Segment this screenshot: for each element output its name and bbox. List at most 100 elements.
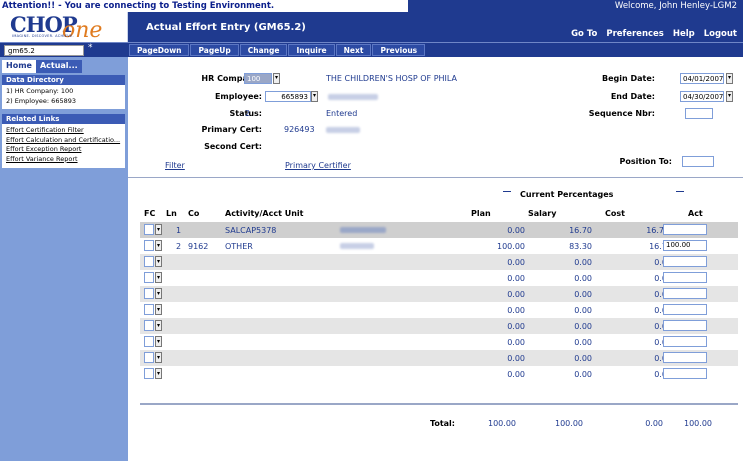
related-link-variance-report[interactable]: Effort Variance Report [6,155,121,165]
salary-value: 0.00 [574,370,592,379]
act-percent-input[interactable] [663,224,707,235]
hr-company-name: THE CHILDREN'S HOSP OF PHILA [326,74,458,83]
fc-field[interactable] [144,224,154,235]
pageup-button[interactable]: PageUp [190,44,239,56]
fc-field[interactable] [144,336,154,347]
fc-field[interactable] [144,352,154,363]
activity-acct-unit: OTHER [225,242,253,251]
salary-value: 0.00 [574,258,592,267]
change-button[interactable]: Change [239,44,288,56]
total-act: 100.00 [684,419,712,428]
fc-field[interactable] [144,288,154,299]
fc-field[interactable] [144,256,154,267]
data-directory-item[interactable]: 1) HR Company: 100 [6,87,121,97]
salary-value: 0.00 [574,322,592,331]
begin-date-calendar-icon[interactable]: ▾ [726,73,733,84]
act-percent-input[interactable] [663,288,707,299]
company-code: 9162 [188,242,209,251]
begin-date-field[interactable]: 04/01/2007 [680,73,724,84]
plan-value: 0.00 [507,290,525,299]
pagedown-button[interactable]: PageDown [129,44,190,56]
line-number: 2 [176,242,182,251]
employee-label: Employee: [214,92,262,101]
fc-dropdown-icon[interactable]: ▾ [155,304,162,315]
end-date-calendar-icon[interactable]: ▾ [726,91,733,102]
current-percentages-title: Current Percentages [520,190,614,199]
position-to-field[interactable] [682,156,714,167]
fc-dropdown-icon[interactable]: ▾ [155,320,162,331]
salary-value: 0.00 [574,306,592,315]
fc-field[interactable] [144,240,154,251]
fc-dropdown-icon[interactable]: ▾ [155,352,162,363]
related-links-header: Related Links [2,114,125,124]
plan-value: 0.00 [507,338,525,347]
page-title: Actual Effort Entry (GM65.2) [146,22,306,33]
plan-value: 100.00 [497,242,525,251]
fc-field[interactable] [144,368,154,379]
preferences-link[interactable]: Preferences [606,29,664,39]
fc-field[interactable] [144,304,154,315]
welcome-text: Welcome, John Henley-LGM2 [614,1,737,11]
goto-link[interactable]: Go To [571,29,597,39]
employee-field[interactable]: 665893 [265,91,311,102]
related-links-panel: Effort Certification Filter Effort Calcu… [2,124,125,168]
logout-link[interactable]: Logout [704,29,737,39]
previous-button[interactable]: Previous [372,44,426,56]
inquire-button[interactable]: Inquire [288,44,335,56]
primary-certifier-link[interactable]: Primary Certifier [285,161,351,170]
fc-dropdown-icon[interactable]: ▾ [155,336,162,347]
table-row: ▾0.000.000.00 [140,366,738,382]
sidebar: Home Actual... Data Directory 1) HR Compa… [0,57,128,461]
employee-dropdown-icon[interactable]: ▾ [311,91,318,102]
quick-command-input[interactable] [4,45,84,56]
data-directory-item[interactable]: 2) Employee: 665893 [6,97,121,107]
logo-tagline: IMAGINE. DISCOVER. ACHIEVE. [12,34,74,38]
plan-value: 0.00 [507,322,525,331]
salary-value: 0.00 [574,354,592,363]
next-button[interactable]: Next [335,44,372,56]
end-date-field[interactable]: 04/30/2007 [680,91,724,102]
fc-dropdown-icon[interactable]: ▾ [155,368,162,379]
fc-dropdown-icon[interactable]: ▾ [155,240,162,251]
fc-field[interactable] [144,272,154,283]
activity-acct-unit: SALCAP5378 [225,226,277,235]
salary-value: 0.00 [574,290,592,299]
app-header: CHOP one IMAGINE. DISCOVER. ACHIEVE. Act… [0,12,743,43]
attention-text: Attention!! - You are connecting to Test… [2,1,275,11]
hr-company-dropdown-icon[interactable]: ▾ [273,73,280,84]
primary-cert-name-redacted [326,127,360,133]
status-text: Entered [326,109,358,118]
fc-dropdown-icon[interactable]: ▾ [155,256,162,267]
related-link-calculation[interactable]: Effort Calculation and Certificatio... [6,136,121,146]
second-cert-label: Second Cert: [204,142,262,151]
fc-dropdown-icon[interactable]: ▾ [155,288,162,299]
tab-home[interactable]: Home [2,60,36,73]
table-row: ▾0.000.000.00 [140,254,738,270]
related-link-filter[interactable]: Effort Certification Filter [6,126,121,136]
required-star-icon: * [88,43,93,53]
act-percent-input[interactable] [663,320,707,331]
table-row: ▾ 2 9162 OTHER 100.00 83.30 16.70 100.00 [140,238,738,254]
act-percent-input[interactable] [663,336,707,347]
act-percent-input[interactable]: 100.00 [663,240,707,251]
col-header-fc: FC [144,209,156,218]
table-row: ▾ 1 SALCAP5378 0.00 16.70 16.70- [140,222,738,238]
sequence-field[interactable] [685,108,713,119]
help-link[interactable]: Help [673,29,695,39]
act-percent-input[interactable] [663,368,707,379]
fc-field[interactable] [144,320,154,331]
hr-company-field[interactable]: 100 [244,73,272,84]
act-percent-input[interactable] [663,272,707,283]
act-percent-input[interactable] [663,304,707,315]
filter-link[interactable]: Filter [165,161,185,170]
related-link-exception-report[interactable]: Effort Exception Report [6,145,121,155]
activity-description-redacted [340,243,374,249]
fc-dropdown-icon[interactable]: ▾ [155,224,162,235]
act-percent-input[interactable] [663,352,707,363]
logo-one-text: one [62,18,103,43]
salary-value: 83.30 [569,242,592,251]
tab-actual[interactable]: Actual... [35,60,82,73]
col-header-salary: Salary [528,209,557,218]
act-percent-input[interactable] [663,256,707,267]
fc-dropdown-icon[interactable]: ▾ [155,272,162,283]
